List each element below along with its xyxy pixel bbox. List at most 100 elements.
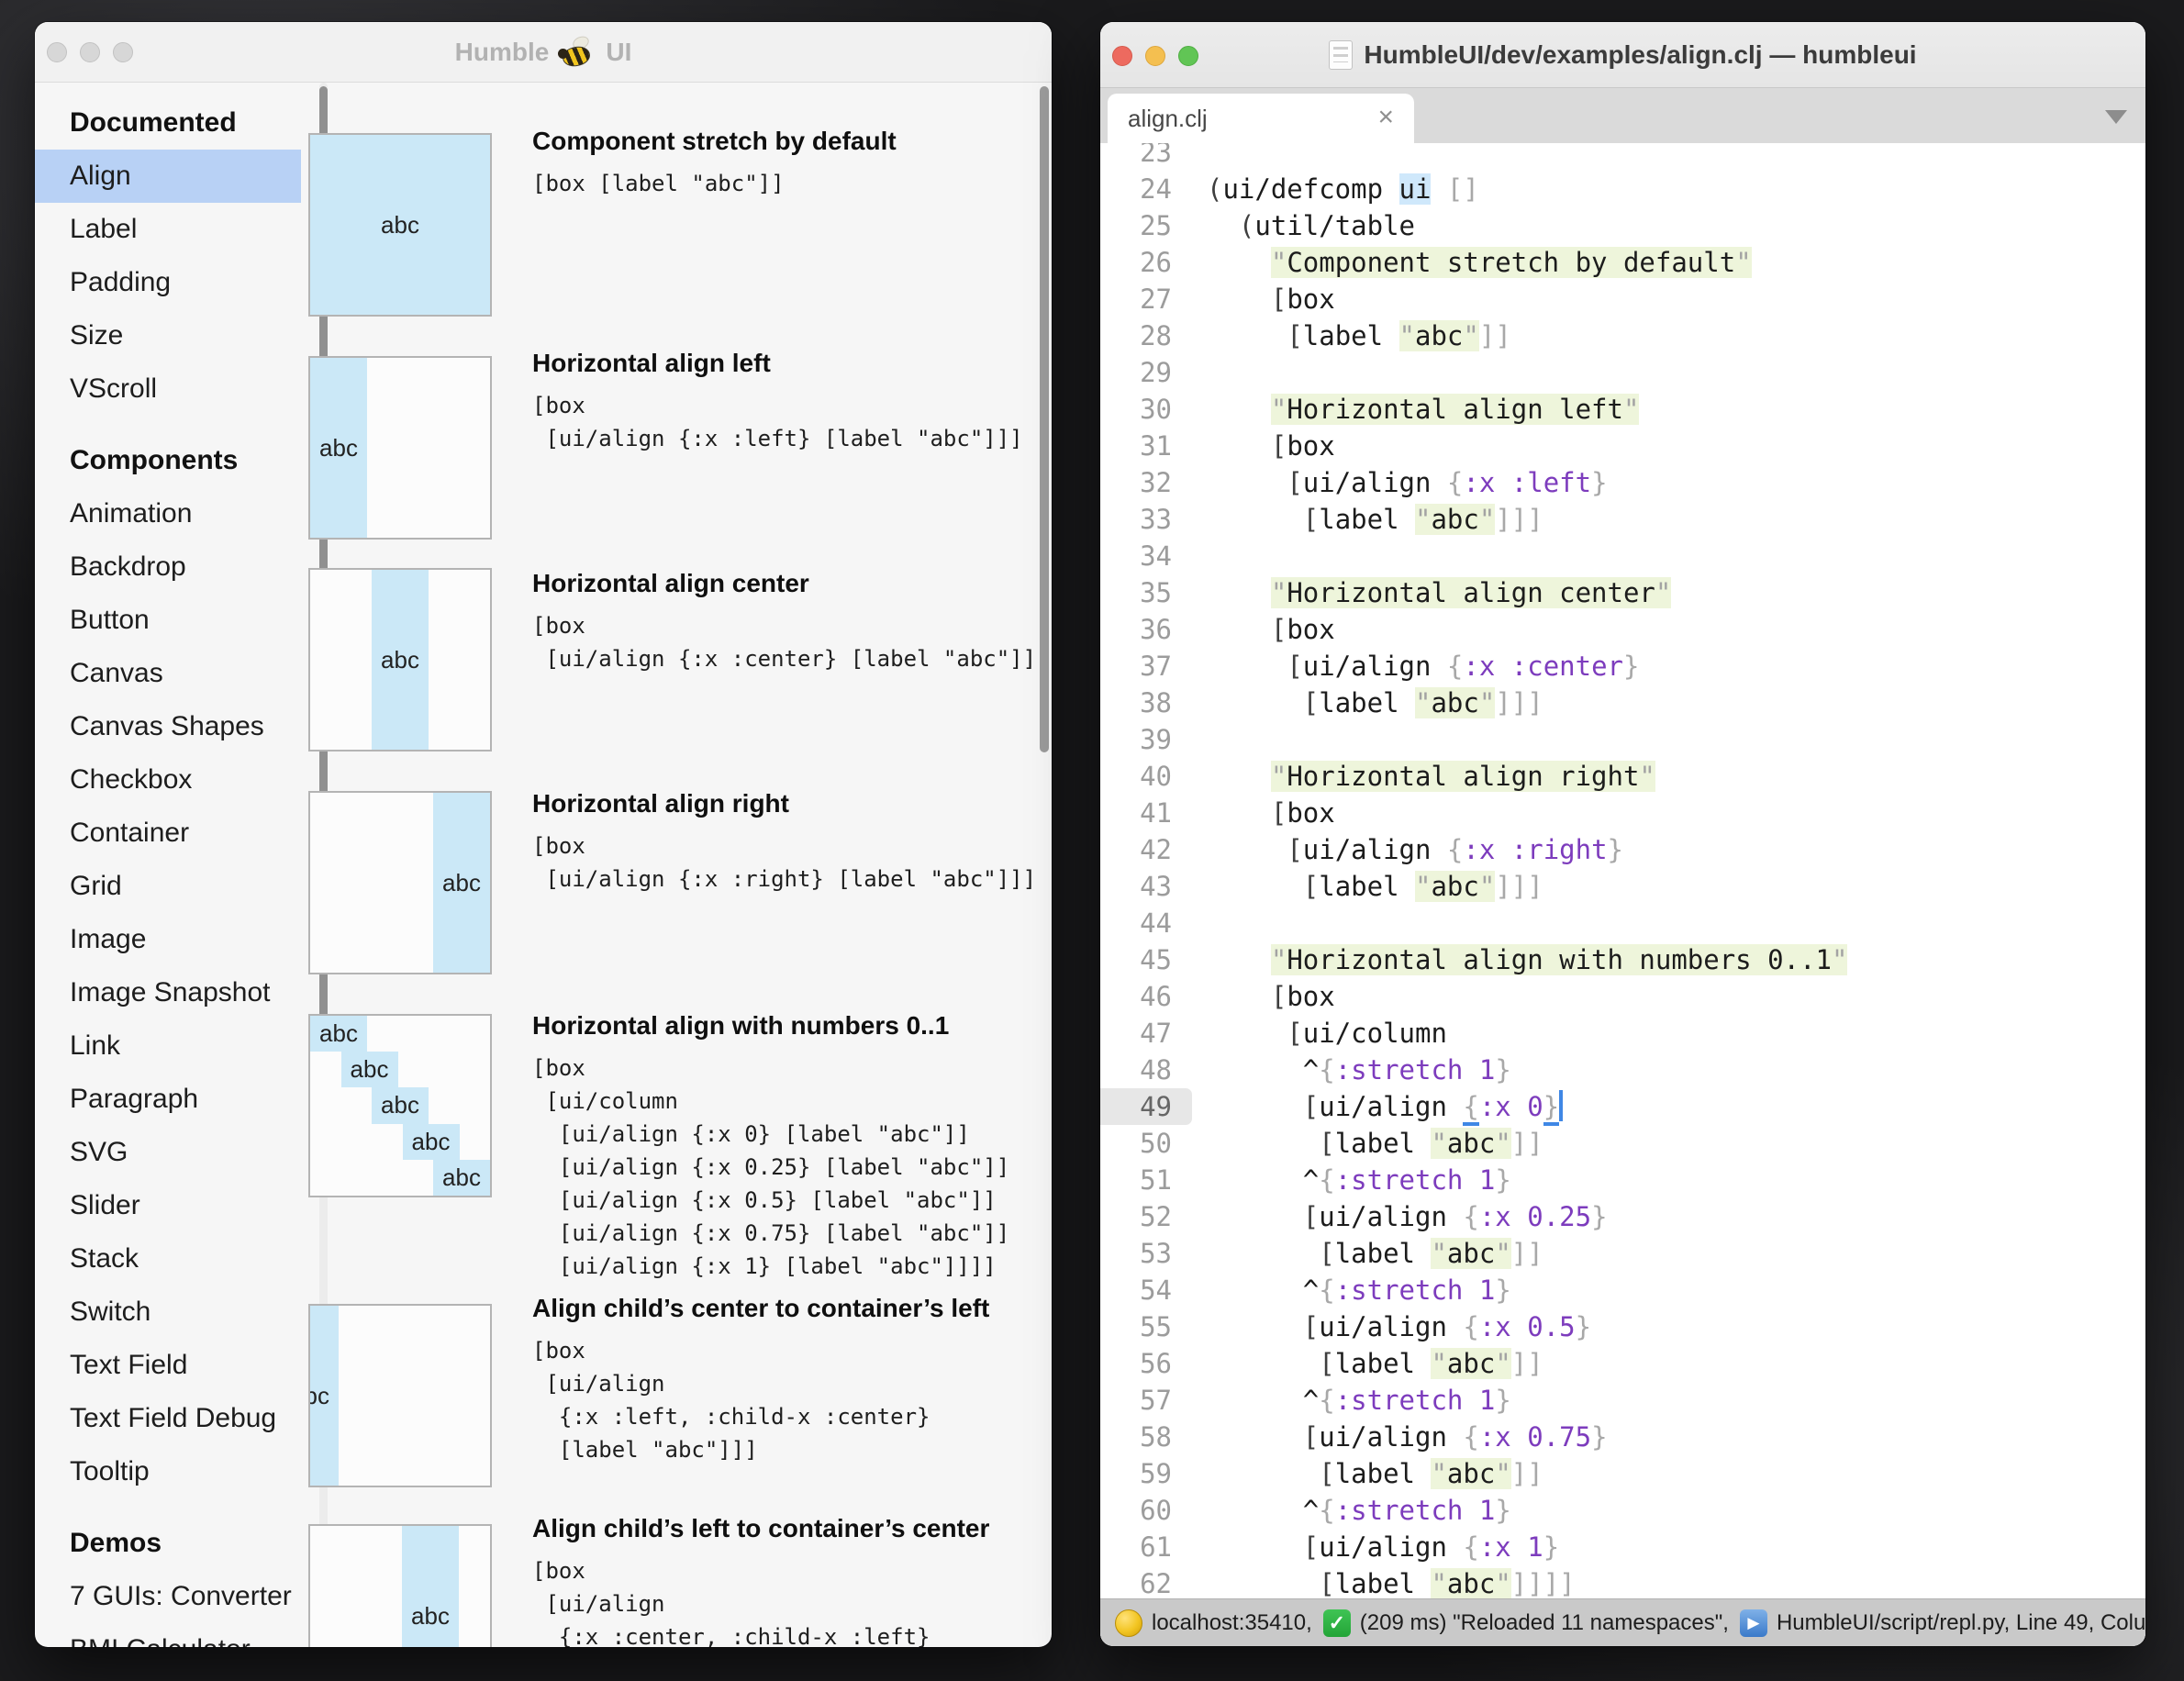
code-text: [ui/column: [1207, 1015, 1447, 1052]
tab-overflow-dropdown-icon[interactable]: [2105, 110, 2127, 124]
sidebar-item-text-field[interactable]: Text Field: [35, 1339, 301, 1392]
window-title: Humble UI: [35, 22, 1052, 83]
tab-align-clj[interactable]: align.clj ×: [1108, 94, 1414, 143]
code-line: 62 [label "abc"]]]]: [1100, 1565, 2145, 1602]
line-number: 59: [1100, 1455, 1172, 1492]
line-number: 54: [1100, 1272, 1172, 1308]
line-number: 40: [1100, 758, 1172, 795]
line-number: 51: [1100, 1162, 1172, 1198]
sidebar-item-padding[interactable]: Padding: [35, 256, 301, 309]
example-title: Align child’s left to container’s center: [532, 1510, 1052, 1547]
sidebar-item-canvas-shapes[interactable]: Canvas Shapes: [35, 700, 301, 753]
sidebar-item-checkbox[interactable]: Checkbox: [35, 753, 301, 807]
sidebar-item-grid[interactable]: Grid: [35, 860, 301, 913]
sidebar-item-canvas[interactable]: Canvas: [35, 647, 301, 700]
tab-close-icon[interactable]: ×: [1377, 94, 1394, 141]
sidebar-item-button[interactable]: Button: [35, 594, 301, 647]
demo-box: abc: [308, 356, 492, 540]
status-bar: localhost:35410, ✓(209 ms) "Reloaded 11 n…: [1100, 1598, 2145, 1646]
abc-label: abc: [411, 1602, 450, 1631]
code-line: 41 [box: [1100, 795, 2145, 831]
line-number: 30: [1100, 391, 1172, 428]
sidebar-item-backdrop[interactable]: Backdrop: [35, 540, 301, 594]
line-number: 38: [1100, 685, 1172, 721]
editor-window: HumbleUI/dev/examples/align.clj — humble…: [1100, 22, 2145, 1646]
sidebar-item-tooltip[interactable]: Tooltip: [35, 1445, 301, 1498]
sidebar-item-size[interactable]: Size: [35, 309, 301, 362]
code-line: 61 [ui/align {:x 1}: [1100, 1529, 2145, 1565]
code-text: [box: [1207, 978, 1335, 1015]
example-title: Component stretch by default: [532, 123, 1052, 160]
code-text: ^{:stretch 1}: [1207, 1382, 1511, 1419]
code-line: 28 [label "abc"]]: [1100, 317, 2145, 354]
line-number: 50: [1100, 1125, 1172, 1162]
sidebar-item-animation[interactable]: Animation: [35, 487, 301, 540]
tab-bar: align.clj ×: [1100, 88, 2145, 143]
line-number: 32: [1100, 464, 1172, 501]
abc-label: abc: [381, 646, 419, 674]
line-number: 41: [1100, 795, 1172, 831]
demo-box: abc: [308, 1304, 492, 1487]
sidebar-item-slider[interactable]: Slider: [35, 1179, 301, 1232]
sidebar-item-text-field-debug[interactable]: Text Field Debug: [35, 1392, 301, 1445]
example-code: [box [ui/align {:x :left} [label "abc"]]…: [532, 389, 1052, 455]
code-line: 59 [label "abc"]]: [1100, 1455, 2145, 1492]
code-line: 25 (util/table: [1100, 207, 2145, 244]
sidebar-item-align[interactable]: Align: [35, 150, 301, 203]
sidebar-item-container[interactable]: Container: [35, 807, 301, 860]
sidebar-item-image-snapshot[interactable]: Image Snapshot: [35, 966, 301, 1019]
code-line: 43 [label "abc"]]]: [1100, 868, 2145, 905]
code-text: [label "abc"]]: [1207, 1345, 1543, 1382]
code-text: [ui/align {:x :left}: [1207, 464, 1608, 501]
humble-ui-titlebar[interactable]: Humble UI: [35, 22, 1052, 83]
sidebar-item-image[interactable]: Image: [35, 913, 301, 966]
code-text: ^{:stretch 1}: [1207, 1492, 1511, 1529]
demo-box: abc: [308, 1524, 492, 1647]
sidebar-item-label[interactable]: Label: [35, 203, 301, 256]
line-number: 34: [1100, 538, 1172, 574]
code-text: [ui/align {:x 0}: [1207, 1088, 1563, 1125]
code-line: 48 ^{:stretch 1}: [1100, 1052, 2145, 1088]
example-code: [box [ui/column [ui/align {:x 0} [label …: [532, 1052, 1052, 1283]
sidebar-item-link[interactable]: Link: [35, 1019, 301, 1073]
align-stripe: abc: [341, 1052, 398, 1087]
line-number: 57: [1100, 1382, 1172, 1419]
sidebar-item-vscroll[interactable]: VScroll: [35, 362, 301, 416]
sidebar-item-bmi-calculator[interactable]: BMI Calculator: [35, 1623, 301, 1647]
sidebar-item-svg[interactable]: SVG: [35, 1126, 301, 1179]
code-text: ^{:stretch 1}: [1207, 1052, 1511, 1088]
status-segment[interactable]: ✓(209 ms) "Reloaded 11 namespaces",: [1323, 1609, 1729, 1637]
editor-titlebar[interactable]: HumbleUI/dev/examples/align.clj — humble…: [1100, 22, 2145, 88]
example-row: Align child’s left to container’s center…: [532, 1510, 1052, 1647]
window-title-prefix: Humble: [455, 38, 550, 67]
line-number: 58: [1100, 1419, 1172, 1455]
code-line: 58 [ui/align {:x 0.75}: [1100, 1419, 2145, 1455]
sidebar-item-7-guis-converter[interactable]: 7 GUIs: Converter: [35, 1570, 301, 1623]
sidebar-item-stack[interactable]: Stack: [35, 1232, 301, 1286]
example-title: Align child’s center to container’s left: [532, 1290, 1052, 1327]
code-line: 47 [ui/column: [1100, 1015, 2145, 1052]
line-number: 33: [1100, 501, 1172, 538]
status-segment[interactable]: localhost:35410,: [1115, 1609, 1312, 1637]
code-line: 23: [1100, 143, 2145, 171]
status-segment[interactable]: ▶HumbleUI/script/repl.py, Line 49, Colum: [1740, 1609, 2145, 1637]
example-title: Horizontal align right: [532, 785, 1052, 822]
code-text: [label "abc"]]]]: [1207, 1565, 1576, 1602]
sidebar-item-paragraph[interactable]: Paragraph: [35, 1073, 301, 1126]
example-row: Horizontal align right[box [ui/align {:x…: [532, 785, 1052, 896]
abc-label: abc: [381, 211, 419, 239]
example-row: Align child’s center to container’s left…: [532, 1290, 1052, 1466]
code-editor[interactable]: 2324(ui/defcomp ui []25 (util/table26 "C…: [1100, 143, 2145, 1646]
sidebar-item-switch[interactable]: Switch: [35, 1286, 301, 1339]
content-scrollbar-thumb[interactable]: [1040, 86, 1049, 752]
line-number: 26: [1100, 244, 1172, 281]
align-stripe: abc: [433, 1160, 490, 1196]
code-text: [box: [1207, 281, 1335, 317]
line-number: 27: [1100, 281, 1172, 317]
line-number: 36: [1100, 611, 1172, 648]
code-line: 60 ^{:stretch 1}: [1100, 1492, 2145, 1529]
code-text: "Horizontal align center": [1207, 574, 1671, 611]
code-line: 42 [ui/align {:x :right}: [1100, 831, 2145, 868]
line-number: 39: [1100, 721, 1172, 758]
line-number: 55: [1100, 1308, 1172, 1345]
